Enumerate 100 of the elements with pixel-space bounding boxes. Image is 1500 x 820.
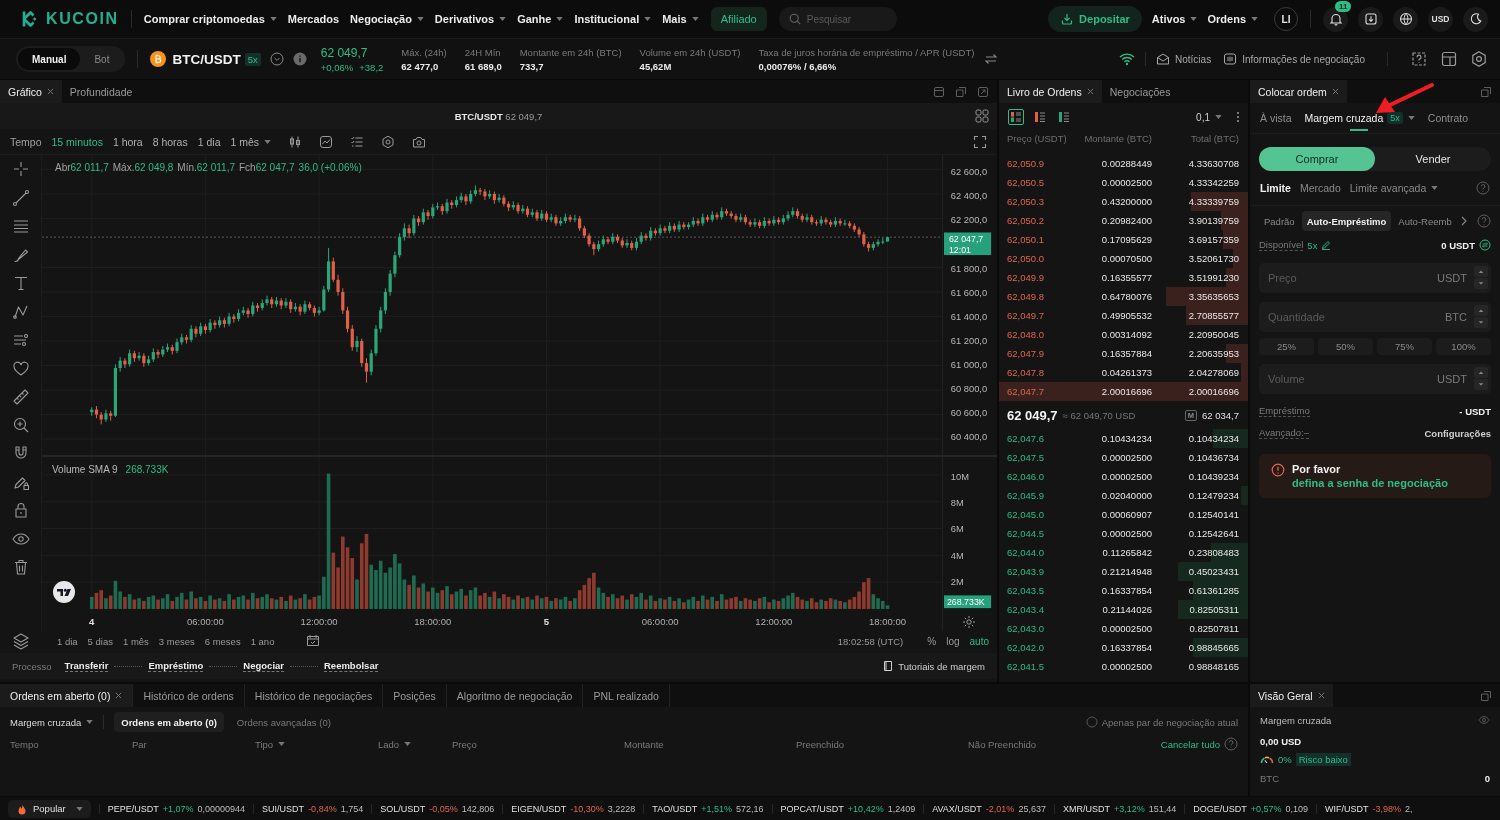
notifications-button[interactable] — [1323, 6, 1348, 32]
range-button[interactable]: 1 ano — [250, 635, 275, 647]
column-header[interactable]: Lado — [378, 738, 412, 750]
nav-menu-item[interactable]: Ordens — [1207, 13, 1258, 25]
nav-menu-item[interactable]: Comprar criptomoedas — [143, 13, 277, 25]
ask-price[interactable]: 62,047.7 — [1007, 386, 1077, 397]
bid-price[interactable]: 62,044.0 — [1007, 547, 1077, 558]
ask-price[interactable]: 62,049.7 — [1007, 310, 1077, 321]
interval-tab[interactable]: 1 mês — [230, 135, 272, 148]
theme-button[interactable] — [1463, 6, 1488, 32]
trend-line-icon[interactable] — [11, 188, 30, 207]
radio-icon[interactable] — [1085, 716, 1098, 728]
overlapping-squares-icon[interactable] — [1480, 85, 1492, 98]
interval-tab[interactable]: 15 minutos — [51, 135, 103, 148]
percent-button[interactable]: 50% — [1318, 338, 1373, 355]
nav-menu-item[interactable]: Negociação — [350, 13, 424, 25]
bid-price[interactable]: 62,045.9 — [1007, 490, 1077, 501]
grid-icon[interactable] — [974, 108, 990, 124]
panel-tab[interactable]: Histórico de negociações — [244, 684, 384, 707]
current-pair-label[interactable]: Apenas par de negociação atual — [1101, 716, 1238, 728]
ask-price[interactable]: 62,048.0 — [1007, 329, 1077, 340]
bid-price[interactable]: 62,041.5 — [1007, 661, 1077, 672]
decrease-icon[interactable] — [1474, 379, 1488, 390]
pencil-icon[interactable] — [1321, 240, 1332, 250]
range-button[interactable]: 1 mês — [122, 635, 149, 647]
news-link[interactable]: Notícias — [1156, 52, 1212, 66]
indicator-icon[interactable] — [319, 134, 334, 149]
swap-icon[interactable] — [984, 52, 999, 66]
ask-price[interactable]: 62,050.1 — [1007, 234, 1077, 245]
ask-price[interactable]: 62,049.8 — [1007, 291, 1077, 302]
mode-tab[interactable]: Bot — [80, 48, 124, 70]
panel-tab[interactable]: Profundidade — [61, 80, 141, 103]
range-button[interactable]: 5 dias — [87, 635, 113, 647]
panel-tab[interactable]: Algoritmo de negociação — [446, 684, 584, 707]
bid-price[interactable]: 62,042.0 — [1007, 642, 1077, 653]
ticker-pair[interactable]: XMR/USDT — [1062, 803, 1110, 814]
decrease-icon[interactable] — [1474, 317, 1488, 328]
order-type-tab[interactable]: Mercado — [1299, 182, 1341, 194]
ticker-pair[interactable]: POPCAT/USDT — [780, 803, 844, 814]
bid-price[interactable]: 62,047.6 — [1007, 433, 1077, 444]
ticker-pair[interactable]: EIGEN/USDT — [511, 803, 567, 814]
crosshair-icon[interactable] — [11, 160, 30, 178]
bid-price[interactable]: 62,043.0 — [1007, 623, 1077, 634]
chevron-down-icon[interactable] — [269, 52, 284, 66]
interval-tab[interactable]: 1 dia — [197, 135, 221, 148]
ask-price[interactable]: 62,047.9 — [1007, 348, 1077, 359]
percent-button[interactable]: 75% — [1377, 338, 1432, 355]
set-password-link[interactable]: defina a senha de negociação — [1292, 477, 1448, 489]
ask-price[interactable]: 62,047.8 — [1007, 367, 1077, 378]
bid-price[interactable]: 62,045.0 — [1007, 509, 1077, 520]
deposit-button[interactable]: Depositar — [1048, 6, 1142, 32]
more-icon[interactable] — [1236, 111, 1240, 123]
borrow-mode-tab[interactable]: Auto-Empréstimo — [1301, 211, 1392, 231]
borrow-mode-tab[interactable]: Auto-Reemb — [1393, 211, 1457, 231]
mode-tab[interactable]: Manual — [18, 48, 81, 70]
bid-price[interactable]: 62,043.9 — [1007, 566, 1077, 577]
candle-type-icon[interactable] — [288, 134, 303, 149]
panel-tab[interactable]: Histórico de ordens — [133, 684, 245, 707]
settings-icon[interactable] — [1470, 50, 1488, 68]
ask-price[interactable]: 62,050.2 — [1007, 215, 1077, 226]
fullscreen-icon[interactable] — [973, 134, 987, 149]
nav-menu-item[interactable]: Ativos — [1151, 13, 1198, 25]
nav-menu-item[interactable]: Institucional — [574, 13, 652, 25]
view-mode-button[interactable] — [1056, 109, 1072, 125]
ticker-pair[interactable]: DOGE/USDT — [1193, 803, 1247, 814]
panel-tab[interactable]: PNL realizado — [583, 684, 670, 707]
panel-tab[interactable]: Posições — [383, 684, 447, 707]
bid-price[interactable]: 62,046.0 — [1007, 471, 1077, 482]
transfer-icon[interactable] — [1479, 239, 1491, 251]
interval-tab[interactable]: 1 hora — [112, 135, 143, 148]
overlapping-squares-icon[interactable] — [1480, 689, 1492, 702]
close-icon[interactable] — [115, 692, 123, 699]
tutorial-link[interactable]: Tutoriais de margem — [882, 660, 985, 672]
ticker-pair[interactable]: AVAX/USDT — [932, 803, 982, 814]
process-step-link[interactable]: Empréstimo — [148, 660, 204, 672]
borrow-mode-tab[interactable]: Padrão — [1259, 211, 1300, 231]
percent-button[interactable]: 100% — [1436, 338, 1491, 355]
settings-icon[interactable] — [381, 134, 396, 149]
panel-tab[interactable]: Visão Geral — [1250, 684, 1333, 707]
bid-price[interactable]: 62,047.5 — [1007, 452, 1077, 463]
nav-menu-item[interactable]: Mercados — [287, 13, 340, 25]
currency-button[interactable]: USD — [1428, 6, 1453, 32]
ask-price[interactable]: 62,050.0 — [1007, 253, 1077, 264]
layout-icon[interactable] — [1440, 50, 1458, 68]
nav-menu-item[interactable]: Ganhe — [517, 13, 564, 25]
column-header[interactable]: Tipo — [255, 738, 286, 750]
ticker-pair[interactable]: SOL/USDT — [380, 803, 426, 814]
panel-tab[interactable]: Negociações — [1101, 80, 1179, 103]
increase-icon[interactable] — [1474, 266, 1488, 277]
settings-link[interactable]: Configurações — [1424, 427, 1491, 439]
nav-menu-item[interactable]: Mais — [662, 13, 699, 25]
order-filter-tab[interactable]: Ordens avançadas (0) — [229, 712, 338, 732]
trade-info-link[interactable]: Informações de negociação — [1223, 52, 1365, 66]
app-download-button[interactable] — [1358, 6, 1383, 32]
camera-icon[interactable] — [412, 134, 427, 149]
bid-price[interactable]: 62,043.5 — [1007, 585, 1077, 596]
precision-dropdown[interactable]: 0,1 — [1196, 111, 1222, 123]
scale-option[interactable]: % — [927, 635, 937, 647]
order-type-tab[interactable]: Limite avançada — [1349, 182, 1439, 194]
cancel-all-link[interactable]: Cancelar tudo — [1160, 738, 1220, 750]
